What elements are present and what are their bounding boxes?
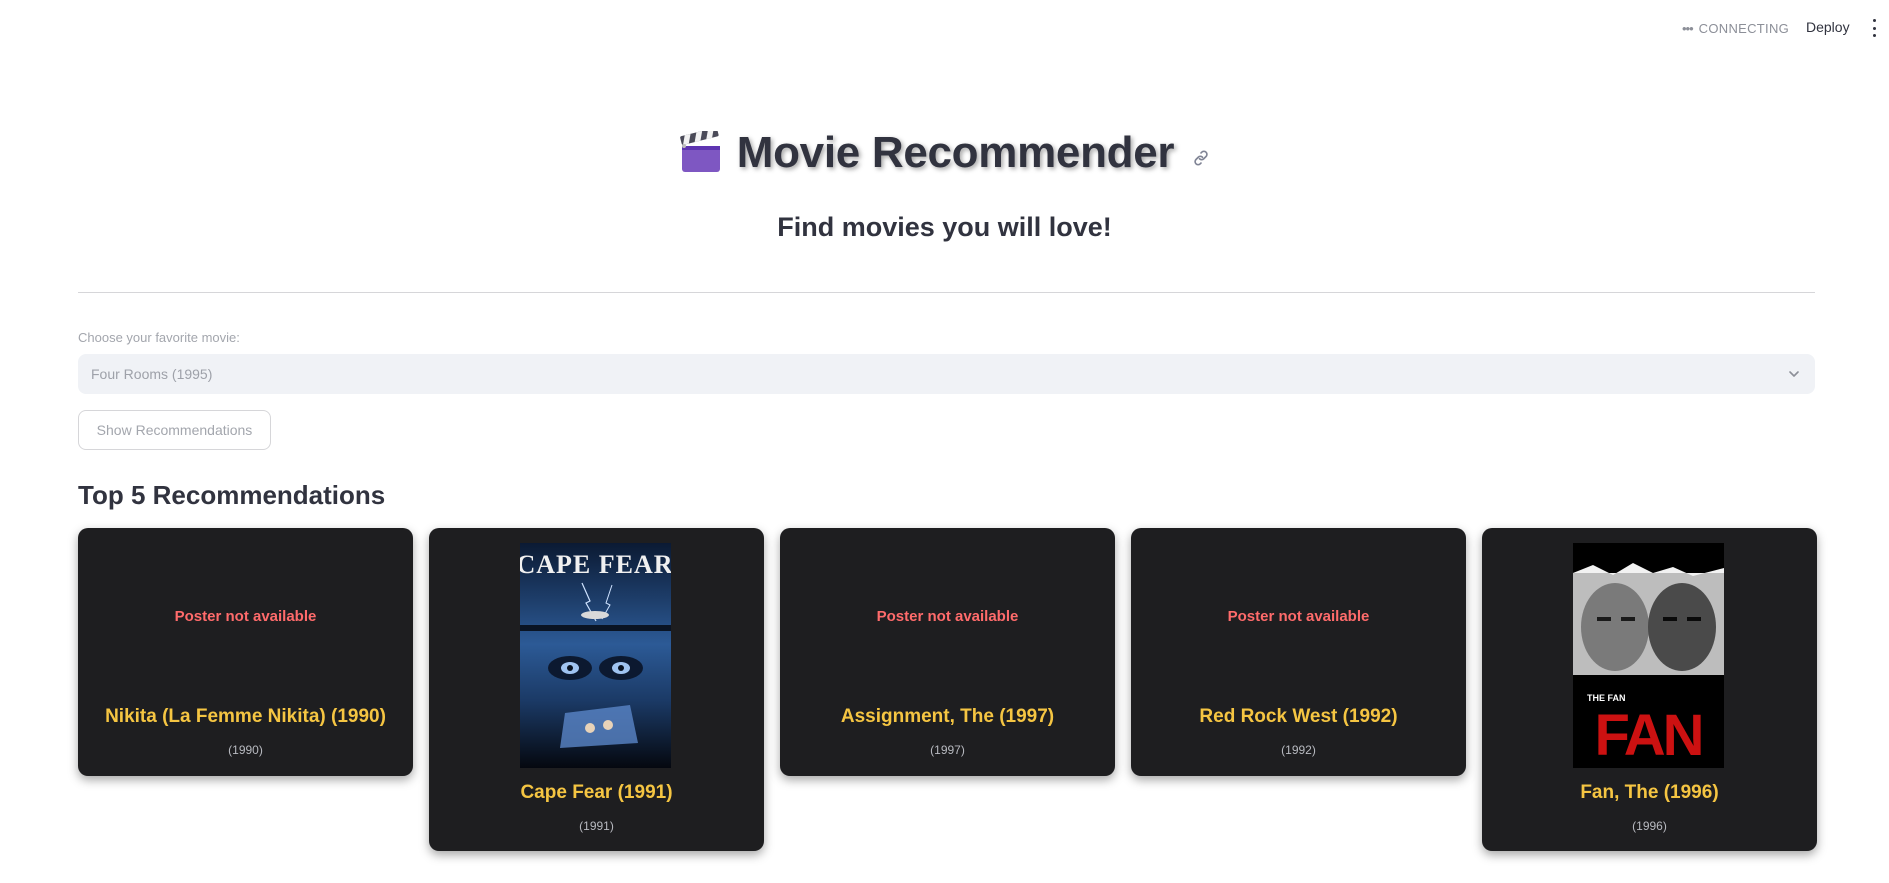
recommendation-card: CAPE FEAR Cape Fear (1991) (1991) [429, 528, 764, 851]
page-subtitle: Find movies you will love! [777, 212, 1112, 242]
poster-title-text: THE FAN [1587, 693, 1626, 703]
recommendation-card: Poster not available Assignment, The (19… [780, 528, 1115, 776]
svg-text:FAN: FAN [1595, 703, 1702, 768]
movie-year: (1991) [579, 819, 614, 833]
recommendations-heading: Top 5 Recommendations [78, 480, 386, 510]
divider [78, 292, 1815, 293]
movie-title: Nikita (La Femme Nikita) (1990) [105, 706, 386, 727]
recommendation-card: THE FAN FAN Fan, The (1996) (1996) [1482, 528, 1817, 851]
movie-year: (1997) [930, 743, 965, 757]
deploy-button[interactable]: Deploy [1806, 19, 1850, 35]
app-header: ••• CONNECTING Deploy [0, 0, 1889, 56]
movie-title: Red Rock West (1992) [1199, 706, 1398, 727]
anchor-link-icon[interactable] [1192, 149, 1210, 167]
chevron-down-icon [1789, 371, 1799, 377]
title-row: Movie Recommender [0, 128, 1889, 178]
recommendation-card: Poster not available Red Rock West (1992… [1131, 528, 1466, 776]
movie-year: (1996) [1632, 819, 1667, 833]
connection-status: ••• CONNECTING [1682, 21, 1789, 36]
show-recommendations-button[interactable]: Show Recommendations [78, 410, 271, 450]
poster-title-text: CAPE FEAR [520, 550, 671, 579]
movie-title: Assignment, The (1997) [840, 706, 1055, 727]
movie-title: Fan, The (1996) [1580, 782, 1719, 803]
movie-select-value: Four Rooms (1995) [91, 366, 213, 382]
movie-poster: CAPE FEAR [520, 543, 671, 768]
movie-title: Cape Fear (1991) [520, 782, 673, 803]
poster-unavailable-text: Poster not available [1227, 608, 1370, 625]
status-text: CONNECTING [1698, 21, 1790, 36]
clapper-board-icon [679, 131, 720, 172]
movie-year: (1992) [1281, 743, 1316, 757]
page-title: Movie Recommender [736, 128, 1175, 177]
recommendation-card: Poster not available Nikita (La Femme Ni… [78, 528, 413, 776]
poster-unavailable-text: Poster not available [174, 608, 317, 625]
poster-unavailable-text: Poster not available [876, 608, 1019, 625]
main-menu-icon[interactable] [1871, 19, 1877, 37]
movie-poster: THE FAN FAN [1573, 543, 1724, 768]
movie-select[interactable]: Four Rooms (1995) [78, 354, 1815, 394]
movie-select-label: Choose your favorite movie: [78, 330, 240, 345]
status-dots-icon: ••• [1682, 21, 1694, 36]
movie-year: (1990) [228, 743, 263, 757]
